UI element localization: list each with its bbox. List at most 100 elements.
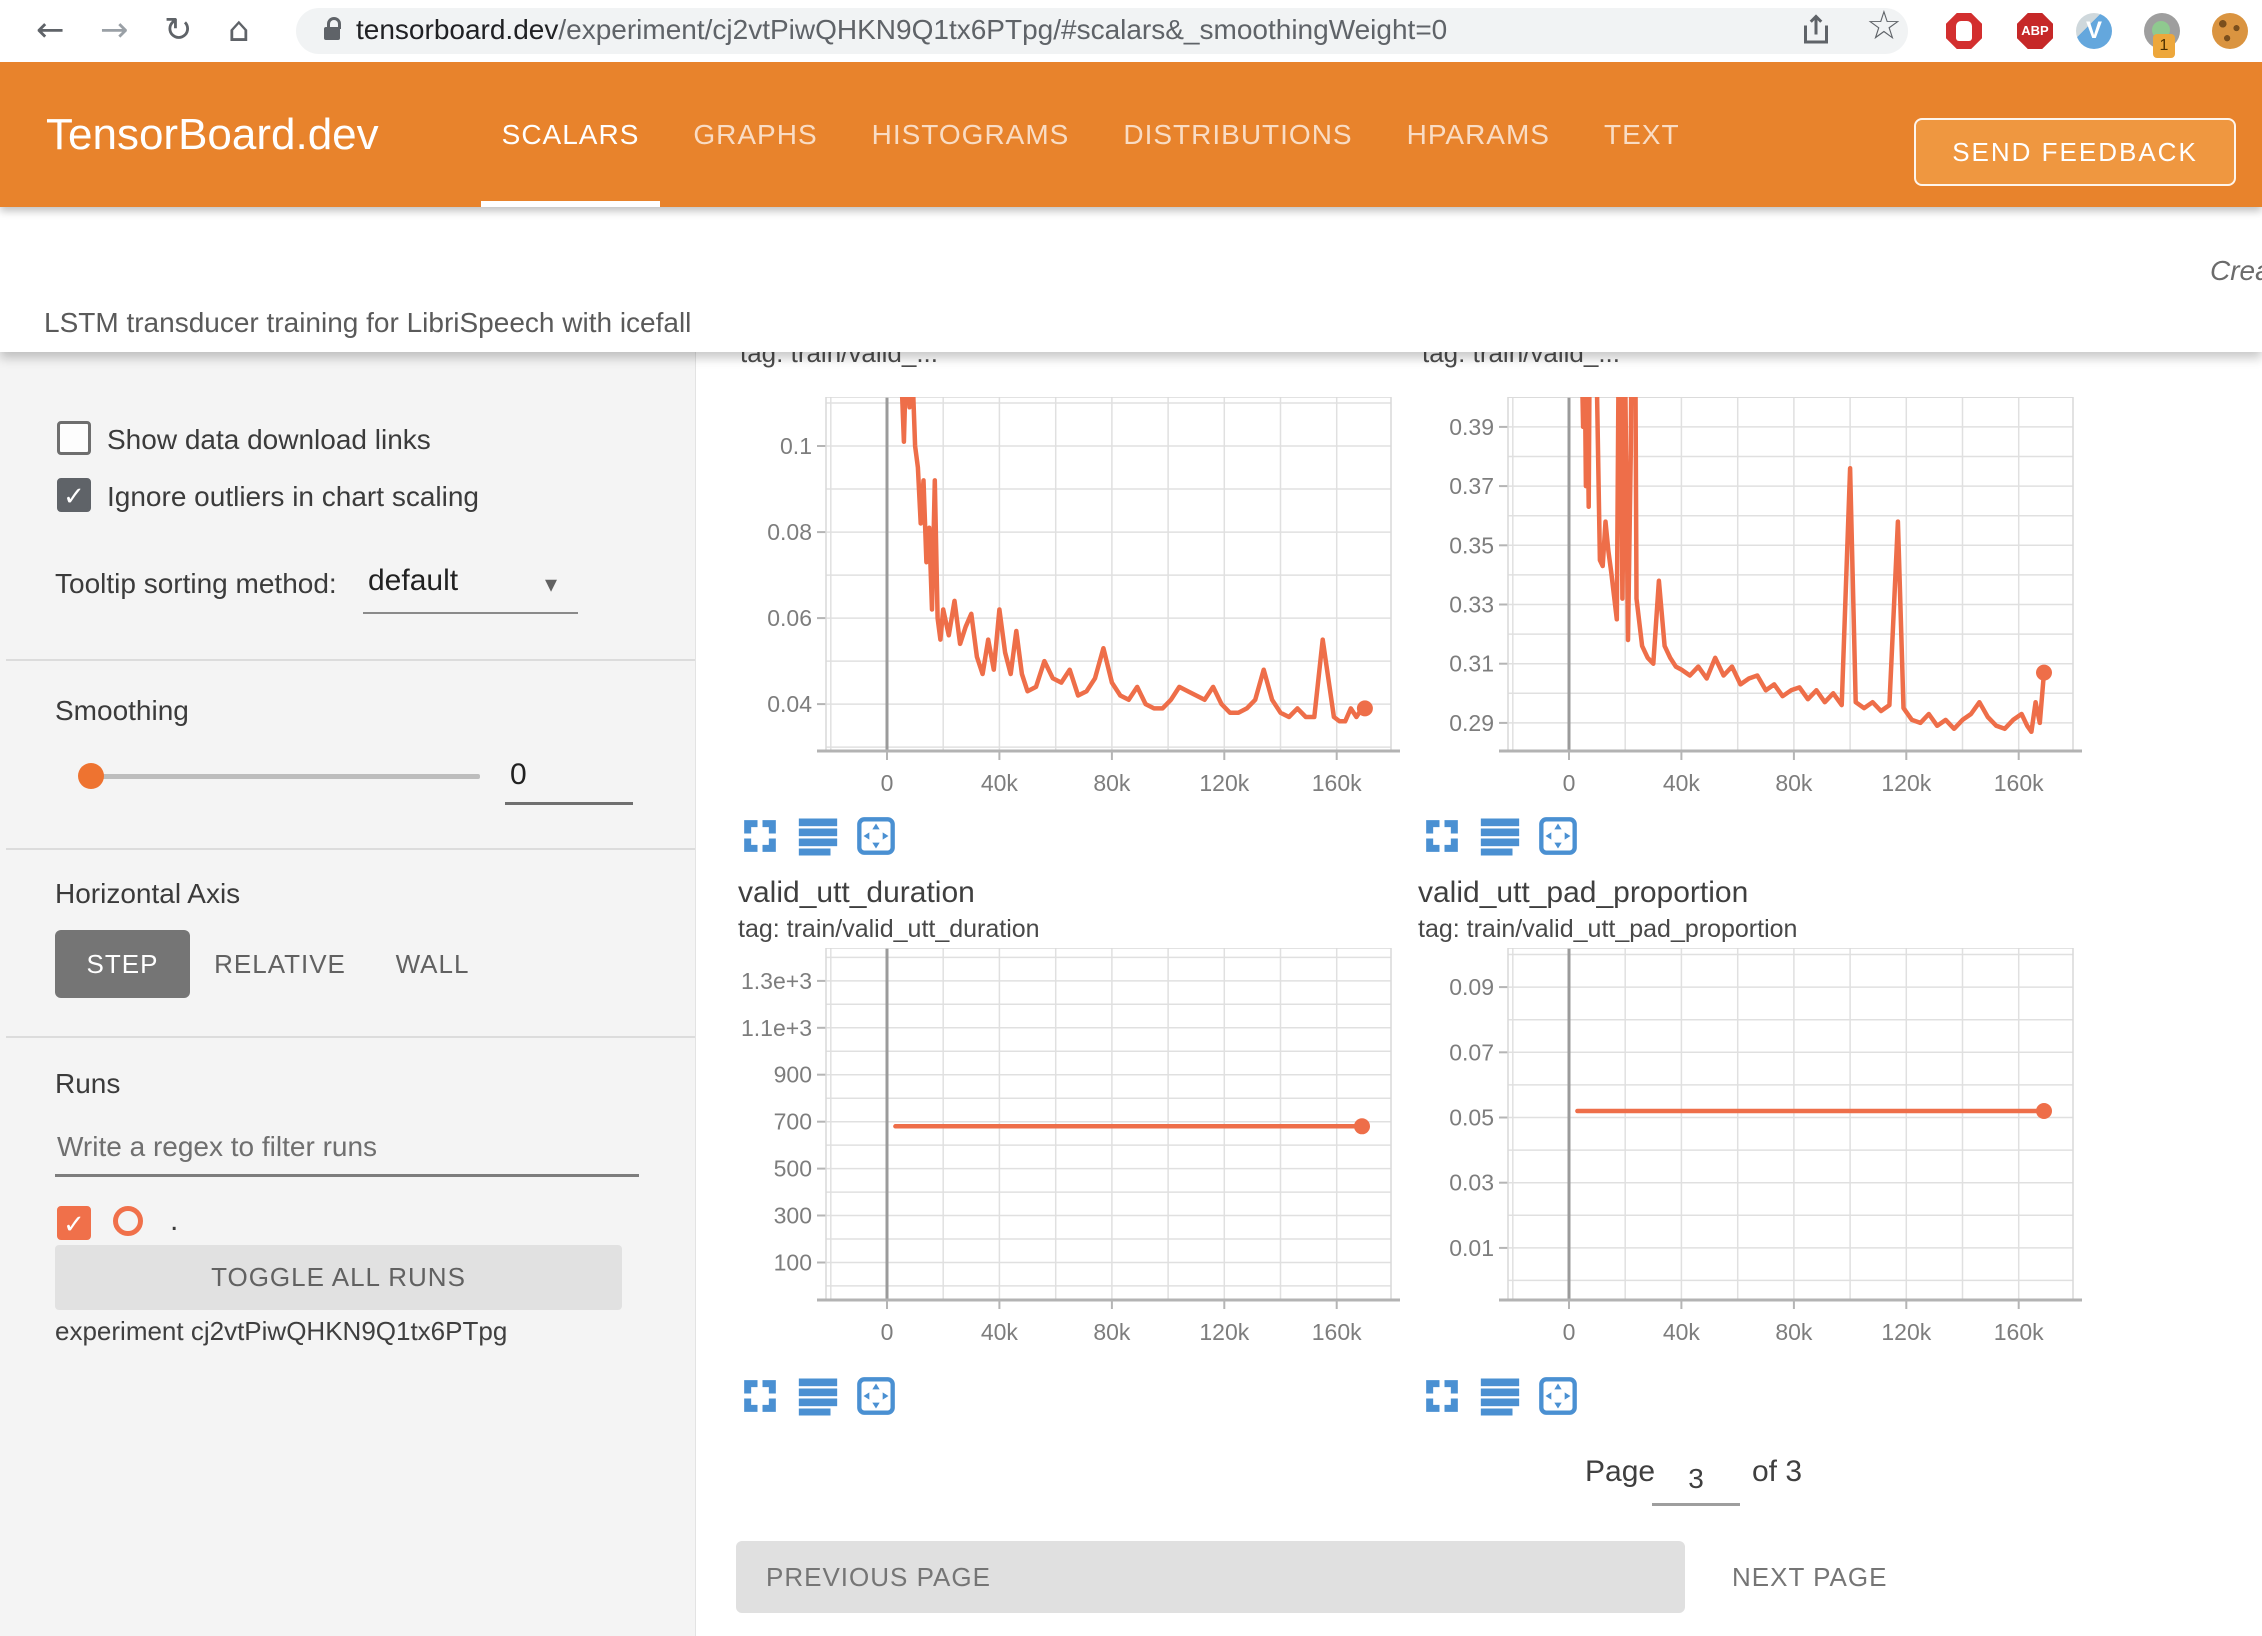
svg-text:0.31: 0.31 (1449, 651, 1494, 677)
fullscreen-icon[interactable] (1422, 1376, 1462, 1416)
svg-text:100: 100 (774, 1250, 812, 1276)
svg-text:0.37: 0.37 (1449, 473, 1494, 499)
page-number-input[interactable] (1652, 1455, 1740, 1506)
axis-relative-button[interactable]: RELATIVE (210, 930, 350, 998)
tab-distributions[interactable]: DISTRIBUTIONS (1096, 62, 1379, 207)
chart1-toolbar (740, 816, 896, 856)
reload-icon[interactable]: ↻ (164, 10, 193, 50)
svg-text:40k: 40k (981, 770, 1019, 796)
settings-sidebar: Show data download links ✓ Ignore outlie… (0, 352, 696, 1636)
svg-text:0.1: 0.1 (780, 433, 812, 459)
url-path: /experiment/cj2vtPiwQHKN9Q1tx6PTpg/#scal… (558, 14, 1447, 45)
runs-label: Runs (55, 1068, 120, 1100)
fit-domain-icon[interactable] (1538, 816, 1578, 856)
axis-wall-button[interactable]: WALL (385, 930, 480, 998)
divider (6, 848, 695, 850)
svg-text:120k: 120k (1881, 770, 1931, 796)
chart2-toolbar (1422, 816, 1578, 856)
cookie-extension-icon[interactable] (2212, 13, 2248, 49)
smoothing-slider-track[interactable] (85, 774, 480, 779)
fullscreen-icon[interactable] (740, 816, 780, 856)
previous-page-button[interactable]: PREVIOUS PAGE (736, 1541, 1685, 1613)
chart3-toolbar (740, 1376, 896, 1416)
chart-valid-utt-duration[interactable]: 1003005007009001.1e+31.3e+3040k80k120k16… (731, 948, 1416, 1360)
toggle-all-runs-button[interactable]: TOGGLE ALL RUNS (55, 1245, 622, 1310)
abp-extension-icon[interactable]: ABP (2017, 13, 2053, 49)
v-extension-icon[interactable]: V (2076, 13, 2112, 49)
data-lines-icon[interactable] (1480, 816, 1520, 856)
svg-text:40k: 40k (981, 1319, 1019, 1345)
ignore-outliers-label: Ignore outliers in chart scaling (107, 481, 479, 513)
svg-text:0.03: 0.03 (1449, 1170, 1494, 1196)
svg-text:0: 0 (1563, 1319, 1576, 1345)
tab-hparams[interactable]: HPARAMS (1380, 62, 1577, 207)
divider (6, 1036, 695, 1038)
bookmark-star-icon[interactable]: ☆ (1866, 6, 1902, 46)
chart-tag: tag: train/valid_utt_pad_proportion (1418, 915, 1797, 944)
fit-domain-icon[interactable] (856, 1376, 896, 1416)
chart-tag: tag: train/valid_utt_duration (738, 915, 1040, 944)
home-icon[interactable]: ⌂ (228, 10, 250, 50)
tooltip-sorting-label: Tooltip sorting method: (55, 568, 337, 600)
tab-scalars[interactable]: SCALARS (475, 62, 667, 207)
chart-canvas-2[interactable]: 0.290.310.330.350.370.39040k80k120k160k (1413, 397, 2098, 811)
url-text[interactable]: tensorboard.dev/experiment/cj2vtPiwQHKN9… (356, 14, 1447, 46)
svg-text:80k: 80k (1775, 1319, 1813, 1345)
svg-text:160k: 160k (1312, 770, 1362, 796)
chart1-tag-clipped: tag: train/valid_... (740, 352, 1380, 372)
share-icon[interactable] (1798, 12, 1834, 53)
runs-filter-input[interactable] (55, 1120, 639, 1177)
browser-bar: ← → ↻ ⌂ tensorboard.dev/experiment/cj2vt… (0, 0, 2262, 62)
data-lines-icon[interactable] (798, 816, 838, 856)
fit-domain-icon[interactable] (1538, 1376, 1578, 1416)
fullscreen-icon[interactable] (740, 1376, 780, 1416)
experiment-title: LSTM transducer training for LibriSpeech… (44, 307, 691, 339)
svg-text:80k: 80k (1775, 770, 1813, 796)
app-header: TensorBoard.dev SCALARS GRAPHS HISTOGRAM… (0, 62, 2262, 207)
created-text-clipped: Crea (2210, 255, 2262, 287)
next-page-button[interactable]: NEXT PAGE (1714, 1541, 1905, 1613)
tab-text[interactable]: TEXT (1577, 62, 1707, 207)
svg-text:1.3e+3: 1.3e+3 (741, 968, 812, 994)
svg-text:120k: 120k (1199, 770, 1249, 796)
svg-text:500: 500 (774, 1156, 812, 1182)
fullscreen-icon[interactable] (1422, 816, 1462, 856)
tab-histograms[interactable]: HISTOGRAMS (845, 62, 1097, 207)
smoothing-slider-knob[interactable] (78, 763, 104, 789)
svg-text:0.39: 0.39 (1449, 414, 1494, 440)
axis-step-button[interactable]: STEP (55, 930, 190, 998)
svg-text:0.01: 0.01 (1449, 1235, 1494, 1261)
svg-text:0.33: 0.33 (1449, 592, 1494, 618)
svg-text:0.05: 0.05 (1449, 1105, 1494, 1131)
nav-tabs: SCALARS GRAPHS HISTOGRAMS DISTRIBUTIONS … (475, 62, 1707, 207)
show-download-links-checkbox[interactable] (57, 421, 91, 455)
ignore-outliers-checkbox[interactable]: ✓ (57, 478, 91, 512)
url-host: tensorboard.dev (356, 14, 558, 45)
forward-icon[interactable]: → (100, 10, 129, 50)
run-color-swatch[interactable] (113, 1206, 143, 1236)
run-checkbox[interactable]: ✓ (57, 1206, 91, 1240)
back-icon[interactable]: ← (36, 10, 65, 50)
svg-text:40k: 40k (1663, 770, 1701, 796)
svg-text:900: 900 (774, 1062, 812, 1088)
svg-text:160k: 160k (1312, 1319, 1362, 1345)
smoothing-value-underline (505, 758, 633, 805)
svg-text:1.1e+3: 1.1e+3 (741, 1015, 812, 1041)
svg-text:0.35: 0.35 (1449, 532, 1494, 558)
svg-text:0.04: 0.04 (767, 691, 812, 717)
adblock-extension-icon[interactable] (1946, 13, 1982, 49)
chart-canvas-1[interactable]: 0.040.060.080.1040k80k120k160k (731, 397, 1416, 811)
svg-text:700: 700 (774, 1109, 812, 1135)
svg-text:0.06: 0.06 (767, 605, 812, 631)
app-logo: TensorBoard.dev (46, 110, 379, 160)
chart-valid-utt-pad-proportion[interactable]: 0.010.030.050.070.09040k80k120k160k (1413, 948, 2098, 1360)
fit-domain-icon[interactable] (856, 816, 896, 856)
send-feedback-button[interactable]: SEND FEEDBACK (1914, 118, 2236, 186)
page-label: Page (1585, 1455, 1655, 1489)
tab-graphs[interactable]: GRAPHS (666, 62, 844, 207)
show-download-links-label: Show data download links (107, 424, 431, 456)
chart4-toolbar (1422, 1376, 1578, 1416)
data-lines-icon[interactable] (1480, 1376, 1520, 1416)
data-lines-icon[interactable] (798, 1376, 838, 1416)
svg-text:0.07: 0.07 (1449, 1039, 1494, 1065)
